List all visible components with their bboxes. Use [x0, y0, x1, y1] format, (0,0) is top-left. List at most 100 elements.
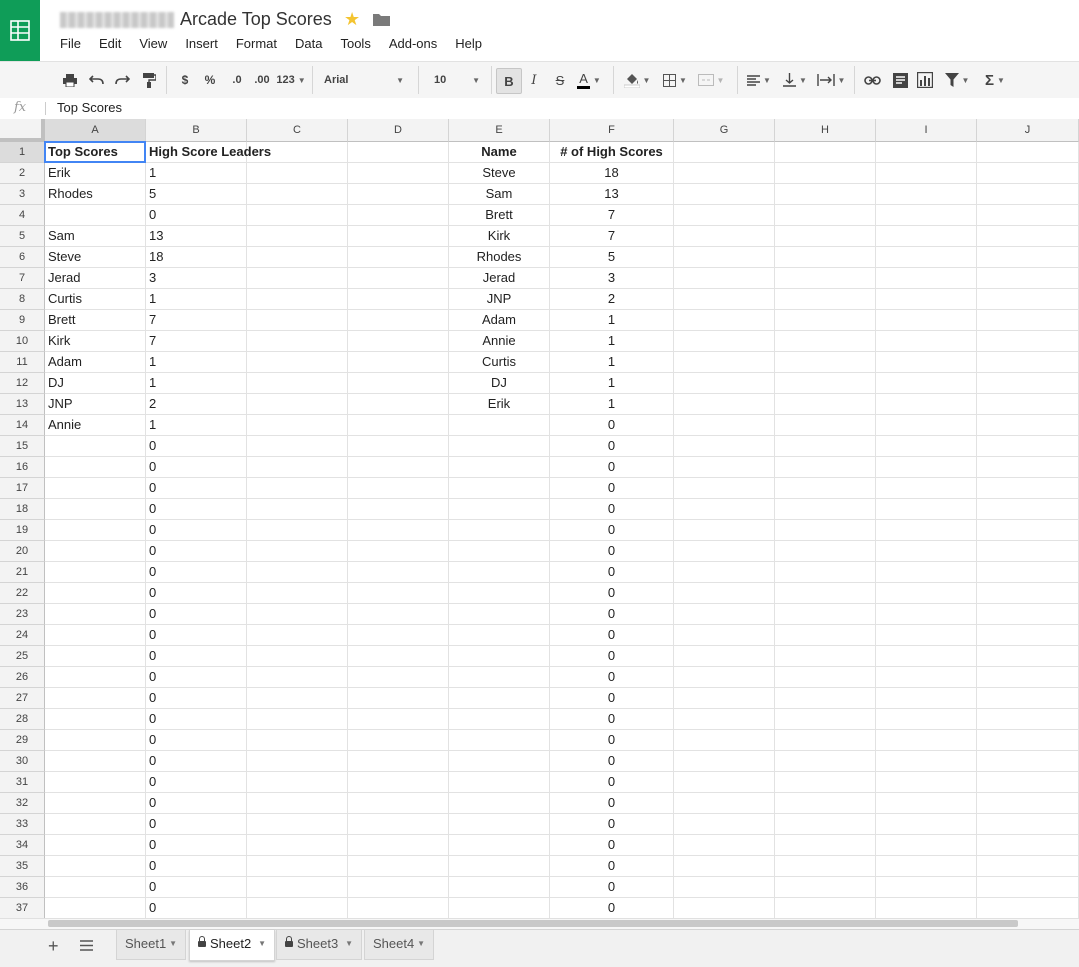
cell-e26[interactable]: [449, 667, 550, 688]
cell-e5[interactable]: Kirk: [449, 226, 550, 247]
cell-c35[interactable]: [247, 856, 348, 877]
cell-h19[interactable]: [775, 520, 876, 541]
cell-c19[interactable]: [247, 520, 348, 541]
cell-a15[interactable]: [45, 436, 146, 457]
cell-e32[interactable]: [449, 793, 550, 814]
merge-cells-icon[interactable]: ▼: [694, 68, 728, 92]
cell-j14[interactable]: [977, 415, 1079, 436]
cell-a27[interactable]: [45, 688, 146, 709]
font-family-select[interactable]: Arial ▼: [318, 68, 410, 92]
insert-link-icon[interactable]: [862, 68, 882, 92]
cell-c25[interactable]: [247, 646, 348, 667]
column-header-g[interactable]: G: [674, 119, 775, 142]
cell-e33[interactable]: [449, 814, 550, 835]
cell-g7[interactable]: [674, 268, 775, 289]
cell-e34[interactable]: [449, 835, 550, 856]
cell-i10[interactable]: [876, 331, 977, 352]
cell-b33[interactable]: 0: [146, 814, 247, 835]
row-header-29[interactable]: 29: [0, 730, 45, 751]
row-header-32[interactable]: 32: [0, 793, 45, 814]
cell-h35[interactable]: [775, 856, 876, 877]
cell-b8[interactable]: 1: [146, 289, 247, 310]
folder-icon[interactable]: [373, 13, 390, 26]
cell-c11[interactable]: [247, 352, 348, 373]
cell-f28[interactable]: 0: [550, 709, 674, 730]
insert-chart-icon[interactable]: [915, 68, 935, 92]
row-header-19[interactable]: 19: [0, 520, 45, 541]
cell-b27[interactable]: 0: [146, 688, 247, 709]
cell-j36[interactable]: [977, 877, 1079, 898]
cell-i11[interactable]: [876, 352, 977, 373]
cell-b6[interactable]: 18: [146, 247, 247, 268]
cell-e21[interactable]: [449, 562, 550, 583]
chevron-down-icon[interactable]: ▼: [345, 930, 353, 958]
menu-file[interactable]: File: [51, 36, 90, 51]
row-header-16[interactable]: 16: [0, 457, 45, 478]
cell-g24[interactable]: [674, 625, 775, 646]
cell-a22[interactable]: [45, 583, 146, 604]
cell-j32[interactable]: [977, 793, 1079, 814]
cell-g10[interactable]: [674, 331, 775, 352]
cell-g15[interactable]: [674, 436, 775, 457]
cell-j10[interactable]: [977, 331, 1079, 352]
cell-b5[interactable]: 13: [146, 226, 247, 247]
cell-h7[interactable]: [775, 268, 876, 289]
cell-i22[interactable]: [876, 583, 977, 604]
row-header-28[interactable]: 28: [0, 709, 45, 730]
cell-g9[interactable]: [674, 310, 775, 331]
cell-g13[interactable]: [674, 394, 775, 415]
cell-f10[interactable]: 1: [550, 331, 674, 352]
row-header-27[interactable]: 27: [0, 688, 45, 709]
cell-i26[interactable]: [876, 667, 977, 688]
cell-a14[interactable]: Annie: [45, 415, 146, 436]
cell-e2[interactable]: Steve: [449, 163, 550, 184]
cell-c36[interactable]: [247, 877, 348, 898]
print-icon[interactable]: [60, 68, 80, 92]
cell-g26[interactable]: [674, 667, 775, 688]
cell-h23[interactable]: [775, 604, 876, 625]
cell-c5[interactable]: [247, 226, 348, 247]
cell-d24[interactable]: [348, 625, 449, 646]
row-header-37[interactable]: 37: [0, 898, 45, 918]
menu-view[interactable]: View: [130, 36, 176, 51]
cell-d22[interactable]: [348, 583, 449, 604]
cell-e23[interactable]: [449, 604, 550, 625]
cell-i34[interactable]: [876, 835, 977, 856]
cell-d26[interactable]: [348, 667, 449, 688]
sheet-tab-sheet1[interactable]: Sheet1 ▼: [116, 930, 186, 960]
cell-d34[interactable]: [348, 835, 449, 856]
cell-g11[interactable]: [674, 352, 775, 373]
cell-b34[interactable]: 0: [146, 835, 247, 856]
cell-h22[interactable]: [775, 583, 876, 604]
cell-e3[interactable]: Sam: [449, 184, 550, 205]
cell-f36[interactable]: 0: [550, 877, 674, 898]
cell-d10[interactable]: [348, 331, 449, 352]
cell-c1[interactable]: [247, 142, 348, 163]
cell-c20[interactable]: [247, 541, 348, 562]
cell-g21[interactable]: [674, 562, 775, 583]
cell-c33[interactable]: [247, 814, 348, 835]
cell-j6[interactable]: [977, 247, 1079, 268]
cell-a30[interactable]: [45, 751, 146, 772]
cell-a5[interactable]: Sam: [45, 226, 146, 247]
cell-e10[interactable]: Annie: [449, 331, 550, 352]
cell-i31[interactable]: [876, 772, 977, 793]
cell-e7[interactable]: Jerad: [449, 268, 550, 289]
currency-button[interactable]: $: [176, 68, 194, 92]
cell-e37[interactable]: [449, 898, 550, 918]
cell-b11[interactable]: 1: [146, 352, 247, 373]
cell-a20[interactable]: [45, 541, 146, 562]
cell-f29[interactable]: 0: [550, 730, 674, 751]
cell-f27[interactable]: 0: [550, 688, 674, 709]
cell-b19[interactable]: 0: [146, 520, 247, 541]
cell-f18[interactable]: 0: [550, 499, 674, 520]
row-header-13[interactable]: 13: [0, 394, 45, 415]
cell-f14[interactable]: 0: [550, 415, 674, 436]
cell-d9[interactable]: [348, 310, 449, 331]
cell-e28[interactable]: [449, 709, 550, 730]
cell-d13[interactable]: [348, 394, 449, 415]
cell-b18[interactable]: 0: [146, 499, 247, 520]
italic-button[interactable]: I: [525, 68, 543, 92]
cell-d19[interactable]: [348, 520, 449, 541]
horizontal-align-icon[interactable]: ▼: [744, 68, 774, 92]
